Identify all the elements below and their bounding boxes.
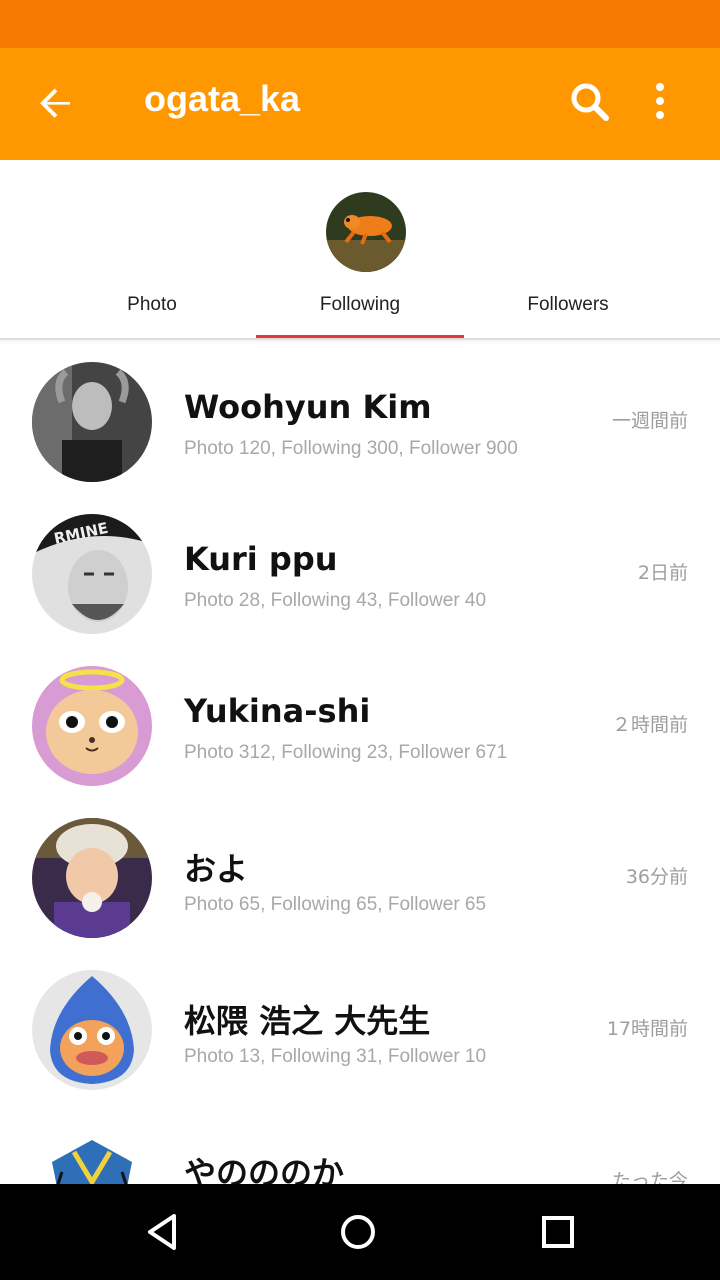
arrow-back-icon[interactable] <box>32 80 80 128</box>
page-title: ogata_ka <box>144 78 301 119</box>
avatar <box>32 818 152 938</box>
avatar <box>32 970 152 1090</box>
timestamp: 一週間前 <box>611 410 688 432</box>
timestamp: たった今 <box>611 1170 688 1184</box>
timestamp: ２時間前 <box>611 714 688 736</box>
list-item[interactable]: およ Photo 65, Following 65, Follower 65 3… <box>0 796 720 948</box>
avatar <box>32 362 152 482</box>
avatar: RMINE <box>32 514 152 634</box>
status-bar <box>0 0 720 48</box>
system-nav-bar <box>0 1184 720 1280</box>
timestamp: 17時間前 <box>606 1018 688 1040</box>
user-name: Kuri ppu <box>184 540 338 578</box>
list-item[interactable]: RMINE Kuri ppu Photo 28, Following 43, F… <box>0 492 720 644</box>
app-bar: ogata_ka <box>0 48 720 160</box>
more-vert-icon[interactable] <box>640 78 680 126</box>
profile-avatar[interactable] <box>326 192 406 272</box>
avatar <box>32 666 152 786</box>
list-item[interactable]: Yukina-shi Photo 312, Following 23, Foll… <box>0 644 720 796</box>
nav-home-icon[interactable] <box>334 1208 382 1256</box>
user-name: やのののか <box>184 1154 345 1184</box>
nav-recents-icon[interactable] <box>534 1208 582 1256</box>
user-stats: Photo 312, Following 23, Follower 671 <box>184 742 508 763</box>
tab-photo[interactable]: Photo <box>48 290 256 338</box>
tab-following[interactable]: Following <box>256 290 464 338</box>
timestamp: 2日前 <box>637 562 688 584</box>
user-stats: Photo 28, Following 43, Follower 40 <box>184 590 487 611</box>
nav-back-icon[interactable] <box>140 1208 188 1256</box>
list-item[interactable]: やのののか たった今 <box>0 1100 720 1184</box>
following-list[interactable]: Woohyun Kim Photo 120, Following 300, Fo… <box>0 340 720 1184</box>
tab-bar: Photo Following Followers <box>48 290 672 338</box>
user-stats: Photo 120, Following 300, Follower 900 <box>184 438 518 459</box>
list-item[interactable]: Woohyun Kim Photo 120, Following 300, Fo… <box>0 340 720 492</box>
tab-followers[interactable]: Followers <box>464 290 672 338</box>
user-name: Woohyun Kim <box>184 388 432 426</box>
user-stats: Photo 13, Following 31, Follower 10 <box>184 1046 487 1067</box>
timestamp: 36分前 <box>625 866 688 888</box>
search-icon[interactable] <box>566 78 614 126</box>
user-stats: Photo 65, Following 65, Follower 65 <box>184 894 487 915</box>
list-item[interactable]: 松隈 浩之 大先生 Photo 13, Following 31, Follow… <box>0 948 720 1100</box>
user-name: 松隈 浩之 大先生 <box>184 1002 431 1040</box>
user-name: Yukina-shi <box>184 692 371 730</box>
user-name: およ <box>184 850 249 888</box>
avatar <box>32 1122 152 1184</box>
